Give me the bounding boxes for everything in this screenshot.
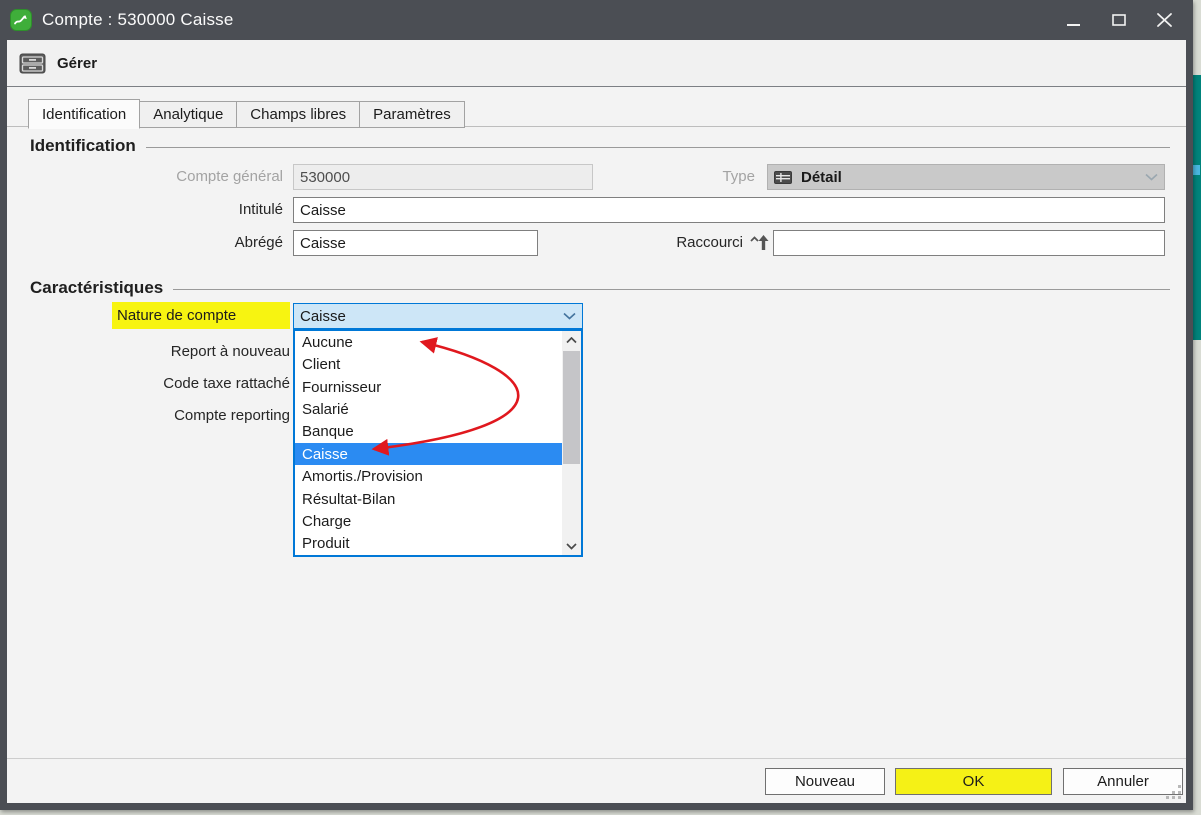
footer-divider (7, 758, 1186, 759)
title-bar: Compte : 530000 Caisse (0, 0, 1193, 40)
nouveau-button[interactable]: Nouveau (765, 768, 885, 795)
dropdown-item-salarie[interactable]: Salarié (295, 398, 562, 420)
nature-dropdown-list: Aucune Client Fournisseur Salarié Banque… (295, 331, 562, 555)
manage-toolbar: Gérer (7, 40, 1186, 87)
tab-champs-libres[interactable]: Champs libres (236, 101, 360, 128)
compte-dialog-window: Compte : 530000 Caisse (0, 0, 1193, 810)
intitule-label: Intitulé (7, 197, 283, 223)
maximize-button[interactable] (1110, 11, 1128, 29)
identification-section-header: Identification (30, 136, 1170, 156)
scrollbar-thumb[interactable] (563, 351, 580, 464)
nature-combobox[interactable]: Caisse (293, 303, 583, 329)
background-app-accent (1193, 165, 1200, 175)
window-title: Compte : 530000 Caisse (42, 10, 234, 30)
abrege-label: Abrégé (7, 230, 283, 256)
ok-button[interactable]: OK (895, 768, 1052, 795)
chevron-down-icon (1145, 173, 1158, 181)
minimize-button[interactable] (1065, 11, 1083, 29)
tab-parametres[interactable]: Paramètres (359, 101, 465, 128)
dropdown-item-resultat-bilan[interactable]: Résultat-Bilan (295, 488, 562, 510)
abrege-field[interactable] (293, 230, 538, 256)
scroll-up-icon[interactable] (562, 331, 581, 349)
intitule-field[interactable] (293, 197, 1165, 223)
drawer-cabinet-icon (19, 53, 46, 74)
dropdown-item-amortis-provision[interactable]: Amortis./Provision (295, 465, 562, 487)
type-combobox: Détail (767, 164, 1165, 190)
compte-reporting-label: Compte reporting (67, 403, 290, 429)
app-chart-icon (10, 9, 32, 31)
raccourci-label: Raccourci (567, 230, 743, 256)
nature-dropdown-popup: Aucune Client Fournisseur Salarié Banque… (293, 329, 583, 557)
section-rule (146, 147, 1170, 148)
nature-value: Caisse (300, 308, 346, 325)
dropdown-scrollbar[interactable] (562, 331, 581, 555)
caracteristiques-section-title: Caractéristiques (30, 278, 163, 298)
type-value: Détail (801, 169, 842, 186)
tab-strip: Identification Analytique Champs libres … (29, 99, 465, 128)
manage-button[interactable]: Gérer (57, 55, 97, 72)
tab-analytique[interactable]: Analytique (139, 101, 237, 128)
dropdown-item-produit[interactable]: Produit (295, 533, 562, 555)
dropdown-item-aucune[interactable]: Aucune (295, 331, 562, 353)
identification-section-title: Identification (30, 136, 136, 156)
dropdown-item-banque[interactable]: Banque (295, 421, 562, 443)
nature-de-compte-label: Nature de compte (112, 302, 290, 329)
close-button[interactable] (1155, 11, 1173, 29)
compte-general-label: Compte général (7, 164, 283, 190)
dialog-client-area: Gérer Identification Analytique Champs l… (7, 40, 1186, 803)
tab-identification[interactable]: Identification (28, 99, 140, 129)
scroll-down-icon[interactable] (562, 537, 581, 555)
code-taxe-rattache-label: Code taxe rattaché (67, 371, 290, 397)
dropdown-item-fournisseur[interactable]: Fournisseur (295, 376, 562, 398)
dropdown-item-client[interactable]: Client (295, 353, 562, 375)
raccourci-field[interactable] (773, 230, 1165, 256)
shortcut-up-arrow-icon (749, 234, 770, 251)
compte-general-field (293, 164, 593, 190)
caracteristiques-section-header: Caractéristiques (30, 278, 1170, 298)
report-a-nouveau-label: Report à nouveau (67, 339, 290, 365)
resize-grip[interactable] (1165, 784, 1183, 800)
dropdown-item-charge[interactable]: Charge (295, 510, 562, 532)
type-label: Type (607, 164, 755, 190)
table-detail-icon (774, 171, 792, 184)
section-rule (173, 289, 1170, 290)
chevron-down-icon (563, 312, 576, 320)
dropdown-item-caisse-selected[interactable]: Caisse (295, 443, 562, 465)
background-app-edge (1192, 75, 1201, 340)
